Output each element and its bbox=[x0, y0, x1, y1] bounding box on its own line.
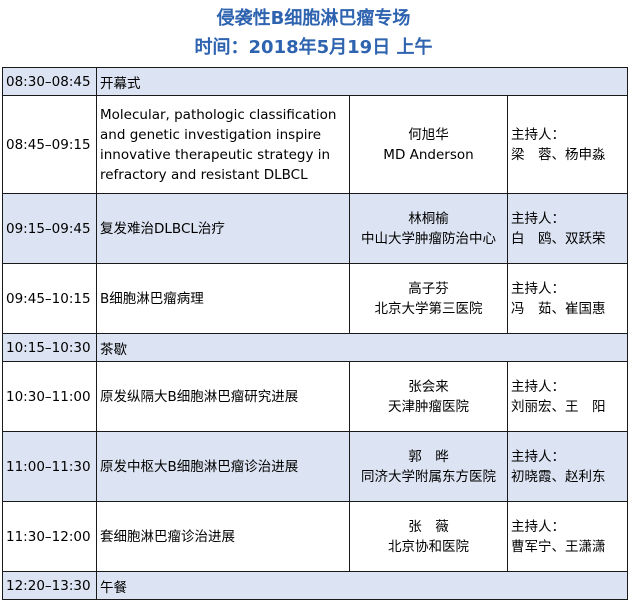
break-label: 茶歇 bbox=[95, 333, 629, 362]
row-time: 12:20–13:30 bbox=[2, 571, 97, 600]
break-label: 开幕式 bbox=[95, 67, 629, 96]
speaker-affiliation: 同济大学附属东方医院 bbox=[361, 468, 496, 485]
chair-names: 初晓霞、赵利东 bbox=[511, 468, 606, 485]
chair-cell: 主持人： 梁 蓉、杨申淼 bbox=[506, 95, 629, 194]
speaker-name: 高子芬 bbox=[408, 280, 449, 297]
schedule-row: 11:30–12:00 套细胞淋巴瘤诊治进展 张 薇 北京协和医院 主持人： 曹… bbox=[2, 501, 629, 572]
speaker-cell: 林桐榆 中山大学肿瘤防治中心 bbox=[349, 193, 508, 264]
chair-label: 主持人： bbox=[511, 448, 565, 465]
chair-label: 主持人： bbox=[511, 280, 565, 297]
speaker-affiliation: 中山大学肿瘤防治中心 bbox=[361, 230, 496, 247]
row-time: 09:45–10:15 bbox=[2, 263, 97, 334]
chair-names: 白 鸥、双跃荣 bbox=[511, 230, 606, 247]
speaker-cell: 张 薇 北京协和医院 bbox=[349, 501, 508, 572]
speaker-affiliation: 北京大学第三医院 bbox=[374, 300, 483, 317]
speaker-name: 张 薇 bbox=[408, 518, 449, 535]
session-time: 时间：2018年5月19日 上午 bbox=[194, 37, 433, 58]
talk-topic: 套细胞淋巴瘤诊治进展 bbox=[96, 501, 350, 572]
speaker-name: 郭 晔 bbox=[408, 448, 449, 465]
chair-label: 主持人： bbox=[511, 518, 565, 535]
schedule-page: 侵袭性B细胞淋巴瘤专场 时间：2018年5月19日 上午 08:30–08:45… bbox=[0, 0, 629, 603]
speaker-cell: 张会来 天津肿瘤医院 bbox=[349, 361, 508, 432]
chair-label: 主持人： bbox=[511, 126, 565, 143]
row-time: 10:30–11:00 bbox=[2, 361, 97, 432]
speaker-name: 林桐榆 bbox=[408, 210, 449, 227]
row-time: 11:00–11:30 bbox=[2, 431, 97, 502]
row-time: 09:15–09:45 bbox=[2, 193, 97, 264]
schedule-row-opening: 08:30–08:45 开幕式 bbox=[2, 67, 629, 96]
schedule-row: 11:00–11:30 原发中枢大B细胞淋巴瘤诊治进展 郭 晔 同济大学附属东方… bbox=[2, 431, 629, 502]
talk-topic: 原发中枢大B细胞淋巴瘤诊治进展 bbox=[96, 431, 350, 502]
chair-cell: 主持人： 刘丽宏、王 阳 bbox=[506, 361, 629, 432]
row-time: 08:30–08:45 bbox=[2, 67, 97, 96]
chair-label: 主持人： bbox=[511, 378, 565, 395]
schedule-row: 09:15–09:45 复发难治DLBCL治疗 林桐榆 中山大学肿瘤防治中心 主… bbox=[2, 193, 629, 264]
schedule-row-tea-break: 10:15–10:30 茶歇 bbox=[2, 333, 629, 362]
row-time: 08:45–09:15 bbox=[2, 95, 97, 194]
speaker-affiliation: MD Anderson bbox=[383, 146, 474, 163]
speaker-cell: 何旭华 MD Anderson bbox=[349, 95, 508, 194]
row-time: 11:30–12:00 bbox=[2, 501, 97, 572]
break-label: 午餐 bbox=[95, 571, 629, 600]
talk-topic: Molecular, pathologic classification and… bbox=[96, 95, 350, 194]
speaker-name: 何旭华 bbox=[408, 126, 449, 143]
chair-cell: 主持人： 初晓霞、赵利东 bbox=[506, 431, 629, 502]
chair-cell: 主持人： 白 鸥、双跃荣 bbox=[506, 193, 629, 264]
talk-topic: 复发难治DLBCL治疗 bbox=[96, 193, 350, 264]
chair-label: 主持人： bbox=[511, 210, 565, 227]
schedule-row: 09:45–10:15 B细胞淋巴瘤病理 高子芬 北京大学第三医院 主持人： 冯… bbox=[2, 263, 629, 334]
talk-topic: 原发纵隔大B细胞淋巴瘤研究进展 bbox=[96, 361, 350, 432]
speaker-name: 张会来 bbox=[408, 378, 449, 395]
schedule-row: 10:30–11:00 原发纵隔大B细胞淋巴瘤研究进展 张会来 天津肿瘤医院 主… bbox=[2, 361, 629, 432]
chair-names: 梁 蓉、杨申淼 bbox=[511, 146, 606, 163]
chair-cell: 主持人： 曹军宁、王潇潇 bbox=[506, 501, 629, 572]
chair-names: 刘丽宏、王 阳 bbox=[511, 398, 606, 415]
speaker-affiliation: 北京协和医院 bbox=[388, 538, 469, 555]
chair-names: 冯 茹、崔国惠 bbox=[511, 300, 606, 317]
speaker-cell: 郭 晔 同济大学附属东方医院 bbox=[349, 431, 508, 502]
speaker-cell: 高子芬 北京大学第三医院 bbox=[349, 263, 508, 334]
row-time: 10:15–10:30 bbox=[2, 333, 97, 362]
schedule-table: 08:30–08:45 开幕式 08:45–09:15 Molecular, p… bbox=[2, 67, 629, 600]
chair-cell: 主持人： 冯 茹、崔国惠 bbox=[506, 263, 629, 334]
chair-names: 曹军宁、王潇潇 bbox=[511, 538, 606, 555]
schedule-row-lunch: 12:20–13:30 午餐 bbox=[2, 571, 629, 600]
session-title: 侵袭性B细胞淋巴瘤专场 bbox=[216, 8, 411, 29]
schedule-row: 08:45–09:15 Molecular, pathologic classi… bbox=[2, 95, 629, 194]
talk-topic: B细胞淋巴瘤病理 bbox=[96, 263, 350, 334]
session-header: 侵袭性B细胞淋巴瘤专场 时间：2018年5月19日 上午 bbox=[0, 0, 627, 66]
speaker-affiliation: 天津肿瘤医院 bbox=[388, 398, 469, 415]
